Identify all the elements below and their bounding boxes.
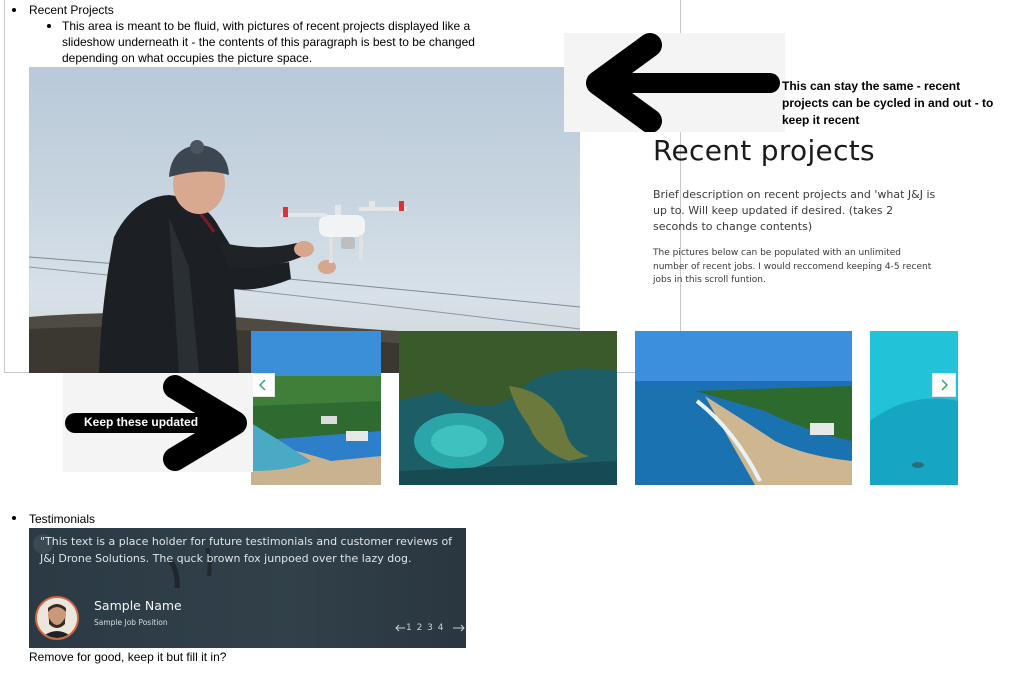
arrow-left-icon [586, 33, 780, 132]
chevron-left-icon [258, 379, 266, 391]
avatar [35, 596, 79, 640]
recent-projects-description: Brief description on recent projects and… [653, 188, 936, 233]
gallery-next-button[interactable] [932, 373, 956, 397]
arrow-left-icon[interactable] [395, 624, 405, 632]
arrow-right-icon[interactable] [452, 624, 465, 632]
recent-projects-subtext: The pictures below can be populated with… [653, 248, 932, 285]
callout-box-top [564, 33, 785, 132]
testimonial-name: Sample Name [94, 598, 182, 613]
recent-projects-title: Recent projects [653, 134, 875, 167]
bullet-icon [12, 516, 16, 520]
gallery-thumb-4[interactable] [870, 331, 958, 485]
callout-text-top: This can stay the same - recent projects… [782, 79, 994, 127]
testimonial-card: "This text is a place holder for future … [29, 528, 466, 648]
hero-image-drone-operator [29, 67, 580, 373]
section-heading-testimonials: Testimonials [29, 512, 96, 526]
footer-note: Remove for good, keep it but fill it in? [29, 650, 227, 664]
gallery-thumb-2[interactable] [399, 331, 617, 485]
section-heading-recent-projects: Recent Projects [29, 3, 114, 17]
callout-box-left: Keep these updated [63, 373, 253, 472]
testimonial-quote: "This text is a place holder for future … [40, 535, 453, 565]
pager-numbers[interactable]: 1 2 3 4 [406, 623, 445, 633]
testimonial-job: Sample Job Position [94, 618, 168, 627]
gallery-prev-button[interactable] [251, 373, 275, 397]
callout-text-left: Keep these updated [84, 415, 199, 429]
testimonial-pager: 1 2 3 4 [395, 623, 465, 633]
chevron-right-icon [941, 379, 949, 391]
bullet-icon [12, 8, 16, 12]
bullet-icon [47, 24, 51, 28]
gallery-thumb-3[interactable] [635, 331, 852, 485]
section-note: This area is meant to be fluid, with pic… [62, 19, 475, 65]
gallery-thumb-1[interactable] [251, 331, 381, 485]
